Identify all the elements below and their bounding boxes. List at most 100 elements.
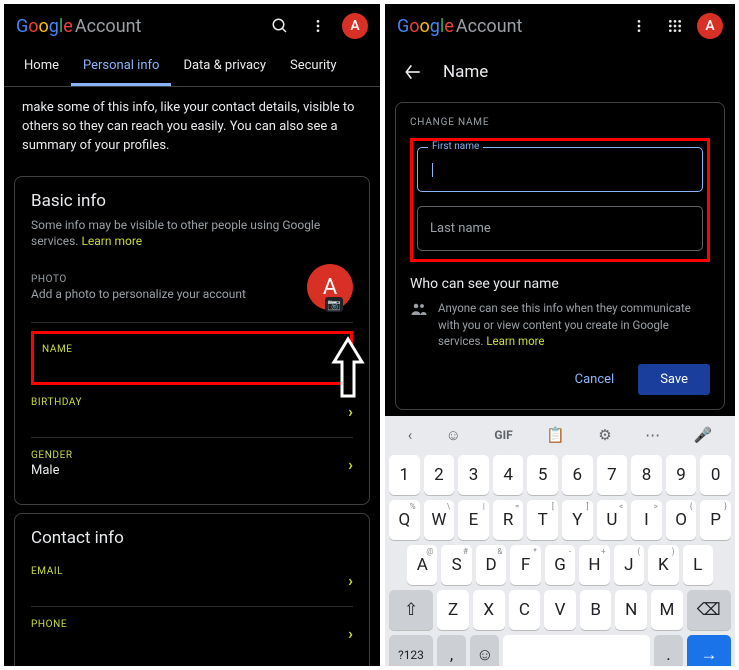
email-label: EMAIL: [31, 566, 348, 577]
more-horiz-icon[interactable]: ⋯: [645, 426, 660, 444]
key-k[interactable]: K): [648, 545, 678, 585]
cancel-button[interactable]: Cancel: [561, 364, 629, 395]
key-s[interactable]: S#: [441, 545, 471, 585]
key-v[interactable]: V: [544, 590, 576, 630]
key-x[interactable]: X: [473, 590, 505, 630]
key-o[interactable]: O{: [666, 500, 697, 540]
shift-key[interactable]: ⇧: [389, 590, 433, 630]
key-f[interactable]: F*: [510, 545, 540, 585]
sticker-icon[interactable]: ☺: [446, 426, 461, 444]
chevron-right-icon: ›: [348, 624, 353, 643]
change-name-card: CHANGE NAME First name Last name Who can…: [395, 102, 725, 410]
key-p[interactable]: P}: [700, 500, 731, 540]
key-u[interactable]: U<: [597, 500, 628, 540]
enter-key[interactable]: →: [687, 635, 731, 666]
key-h[interactable]: H+: [579, 545, 609, 585]
people-icon: [410, 300, 428, 350]
profile-photo-avatar[interactable]: A📷: [307, 264, 353, 310]
key-d[interactable]: D&: [476, 545, 506, 585]
keyboard-row-numbers: 1234567890: [389, 455, 731, 495]
key-7[interactable]: 7: [597, 455, 628, 495]
contact-info-title: Contact info: [31, 528, 353, 548]
tab-personal-info[interactable]: Personal info: [71, 48, 171, 86]
chevron-right-icon: ›: [348, 402, 353, 421]
last-name-field[interactable]: Last name: [417, 206, 703, 251]
google-account-logo: GoogleAccount: [397, 16, 522, 37]
key-g[interactable]: G-: [545, 545, 575, 585]
who-can-see-row: Anyone can see this info when they commu…: [410, 300, 710, 350]
keyboard-toolbar: ‹ ☺ GIF 📋 ⚙ ⋯ 🎤: [389, 422, 731, 450]
mic-icon[interactable]: 🎤: [694, 426, 713, 444]
chevron-right-icon: ›: [348, 455, 353, 474]
camera-icon: 📷: [325, 297, 343, 312]
birthday-row[interactable]: BIRTHDAY ›: [31, 385, 353, 438]
key-1[interactable]: 1: [389, 455, 420, 495]
tabs: Home Personal info Data & privacy Securi…: [4, 48, 380, 87]
key-9[interactable]: 9: [666, 455, 697, 495]
chevron-right-icon: ›: [337, 349, 342, 368]
chevron-left-icon[interactable]: ‹: [408, 426, 413, 444]
key-n[interactable]: N: [615, 590, 647, 630]
name-label: NAME: [42, 344, 337, 355]
key-y[interactable]: Y]: [562, 500, 593, 540]
symbols-key[interactable]: ?123: [389, 635, 433, 666]
period-key[interactable]: .: [654, 635, 683, 666]
key-b[interactable]: B: [580, 590, 612, 630]
learn-more-link[interactable]: Learn more: [486, 334, 544, 348]
change-name-label: CHANGE NAME: [410, 117, 710, 128]
basic-info-title: Basic info: [31, 191, 353, 211]
avatar[interactable]: A: [342, 13, 368, 39]
apps-grid-icon[interactable]: [661, 12, 689, 40]
comma-key[interactable]: ,: [437, 635, 466, 666]
tab-home[interactable]: Home: [12, 48, 71, 86]
gender-row[interactable]: GENDER Male ›: [31, 438, 353, 490]
save-button[interactable]: Save: [638, 364, 710, 395]
on-screen-keyboard: ‹ ☺ GIF 📋 ⚙ ⋯ 🎤 1234567890 Q%W\E|R=T[Y]U…: [385, 416, 735, 666]
key-2[interactable]: 2: [424, 455, 455, 495]
avatar[interactable]: A: [697, 13, 723, 39]
key-e[interactable]: E|: [458, 500, 489, 540]
key-w[interactable]: W\: [424, 500, 455, 540]
learn-more-link[interactable]: Learn more: [81, 234, 142, 248]
right-topbar: GoogleAccount A: [385, 4, 735, 48]
more-vert-icon[interactable]: [625, 12, 653, 40]
key-8[interactable]: 8: [631, 455, 662, 495]
key-j[interactable]: J(: [614, 545, 644, 585]
key-z[interactable]: Z: [437, 590, 469, 630]
key-4[interactable]: 4: [493, 455, 524, 495]
phone-label: PHONE: [31, 619, 348, 630]
key-q[interactable]: Q%: [389, 500, 420, 540]
gear-icon[interactable]: ⚙: [598, 426, 611, 444]
keyboard-row-bottom: ?123 , ☺ . →: [389, 635, 731, 666]
key-r[interactable]: R=: [493, 500, 524, 540]
space-key[interactable]: [503, 635, 649, 666]
key-3[interactable]: 3: [458, 455, 489, 495]
page-title: Name: [443, 62, 488, 82]
key-m[interactable]: M: [651, 590, 683, 630]
name-row[interactable]: NAME ›: [31, 331, 353, 385]
clipboard-icon[interactable]: 📋: [546, 426, 565, 444]
chevron-right-icon: ›: [348, 571, 353, 590]
intro-text: make some of this info, like your contac…: [4, 87, 380, 168]
tab-security[interactable]: Security: [278, 48, 349, 86]
first-name-field[interactable]: First name: [417, 147, 703, 192]
search-icon[interactable]: [266, 12, 294, 40]
key-t[interactable]: T[: [527, 500, 558, 540]
key-l[interactable]: L: [683, 545, 713, 585]
phone-row[interactable]: PHONE ›: [31, 607, 353, 659]
key-0[interactable]: 0: [700, 455, 731, 495]
key-5[interactable]: 5: [527, 455, 558, 495]
backspace-key[interactable]: ⌫: [687, 590, 731, 630]
more-vert-icon[interactable]: [304, 12, 332, 40]
google-account-logo: GoogleAccount: [16, 16, 141, 37]
key-a[interactable]: A@: [407, 545, 437, 585]
key-c[interactable]: C: [509, 590, 541, 630]
back-arrow-icon[interactable]: [399, 58, 427, 86]
gif-icon[interactable]: GIF: [494, 428, 512, 442]
emoji-key[interactable]: ☺: [470, 635, 499, 666]
key-6[interactable]: 6: [562, 455, 593, 495]
email-row[interactable]: EMAIL ›: [31, 554, 353, 607]
key-i[interactable]: I>: [631, 500, 662, 540]
tab-data-privacy[interactable]: Data & privacy: [171, 48, 278, 86]
photo-row[interactable]: PHOTO Add a photo to personalize your ac…: [31, 250, 353, 323]
